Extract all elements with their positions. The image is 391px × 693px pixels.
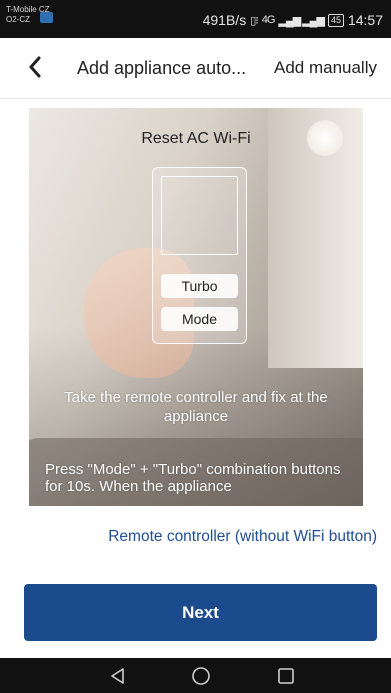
nav-back-button[interactable]: [103, 662, 133, 689]
notification-icon: [40, 12, 53, 23]
battery-level: 45: [327, 13, 344, 27]
remote-mode-button: Mode: [161, 307, 238, 331]
instruction-text-1: Take the remote controller and fix at th…: [64, 389, 328, 425]
system-nav-bar: [0, 658, 391, 693]
instruction-illustration: Reset AC Wi-Fi Turbo Mode Take the remot…: [29, 108, 363, 506]
back-button[interactable]: [20, 52, 50, 82]
next-button[interactable]: Next: [24, 584, 377, 641]
instruction-text-2: Press "Mode" + "Turbo" combination butto…: [45, 461, 341, 495]
signal-icon: ▯⁝: [250, 14, 259, 27]
network-type: 4G: [261, 14, 276, 26]
signal-bars-icon: ▂▄▆ ▂▄▆: [278, 14, 324, 27]
remote-turbo-button: Turbo: [161, 274, 238, 298]
clock: 14:57: [347, 12, 383, 28]
nav-recents-button[interactable]: [271, 662, 301, 689]
remote-controller-link[interactable]: Remote controller (without WiFi button): [108, 528, 377, 546]
remote-screen: [161, 176, 238, 255]
circle-home-icon: [192, 666, 210, 685]
add-manually-link[interactable]: Add manually: [274, 58, 377, 78]
remote-controller-image: Turbo Mode: [152, 167, 247, 344]
app-header: Add appliance auto... Add manually: [0, 38, 391, 99]
triangle-back-icon: [111, 667, 124, 684]
chevron-left-icon: [29, 56, 41, 78]
square-recents-icon: [278, 667, 294, 684]
status-bar: T-Mobile CZ O2-CZ 491B/s ▯⁝ 4G ▂▄▆ ▂▄▆ 4…: [0, 0, 391, 38]
network-speed: 491B/s: [202, 12, 247, 28]
page-title: Add appliance auto...: [77, 58, 247, 78]
illustration-title: Reset AC Wi-Fi: [141, 130, 251, 147]
nav-home-button[interactable]: [186, 662, 216, 689]
status-indicators: 491B/s ▯⁝ 4G ▂▄▆ ▂▄▆ 45 14:57: [203, 12, 383, 28]
